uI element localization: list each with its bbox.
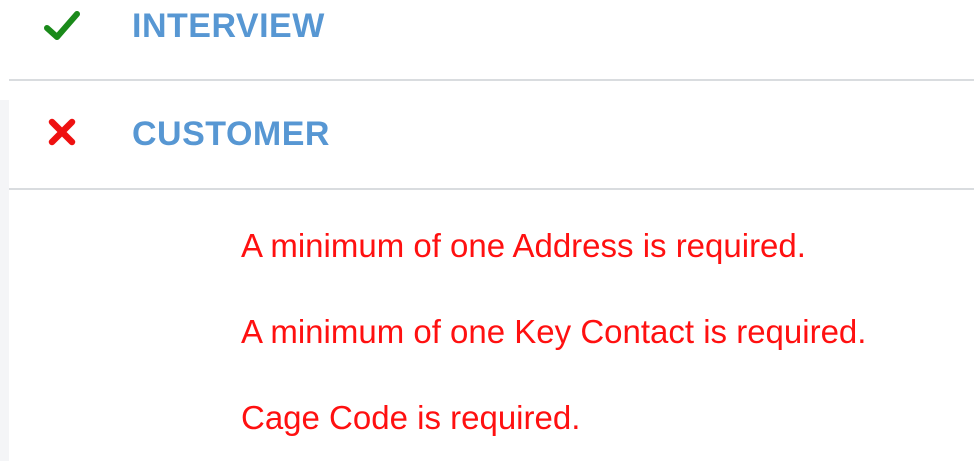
section-row-interview[interactable]: INTERVIEW [0, 0, 974, 80]
section-title-interview[interactable]: INTERVIEW [132, 7, 325, 46]
section-row-customer[interactable]: CUSTOMER [0, 80, 974, 190]
error-message: Cage Code is required. [241, 399, 581, 436]
customer-error-list: A minimum of one Address is required. A … [241, 222, 974, 441]
error-message: A minimum of one Key Contact is required… [241, 313, 867, 350]
checkmark-icon [44, 8, 80, 44]
section-title-customer[interactable]: CUSTOMER [132, 115, 330, 154]
x-mark-icon [44, 116, 80, 152]
error-message: A minimum of one Address is required. [241, 227, 806, 264]
validation-summary: INTERVIEW CUSTOMER A minimum of one Addr… [0, 0, 974, 461]
section-divider [9, 188, 974, 190]
